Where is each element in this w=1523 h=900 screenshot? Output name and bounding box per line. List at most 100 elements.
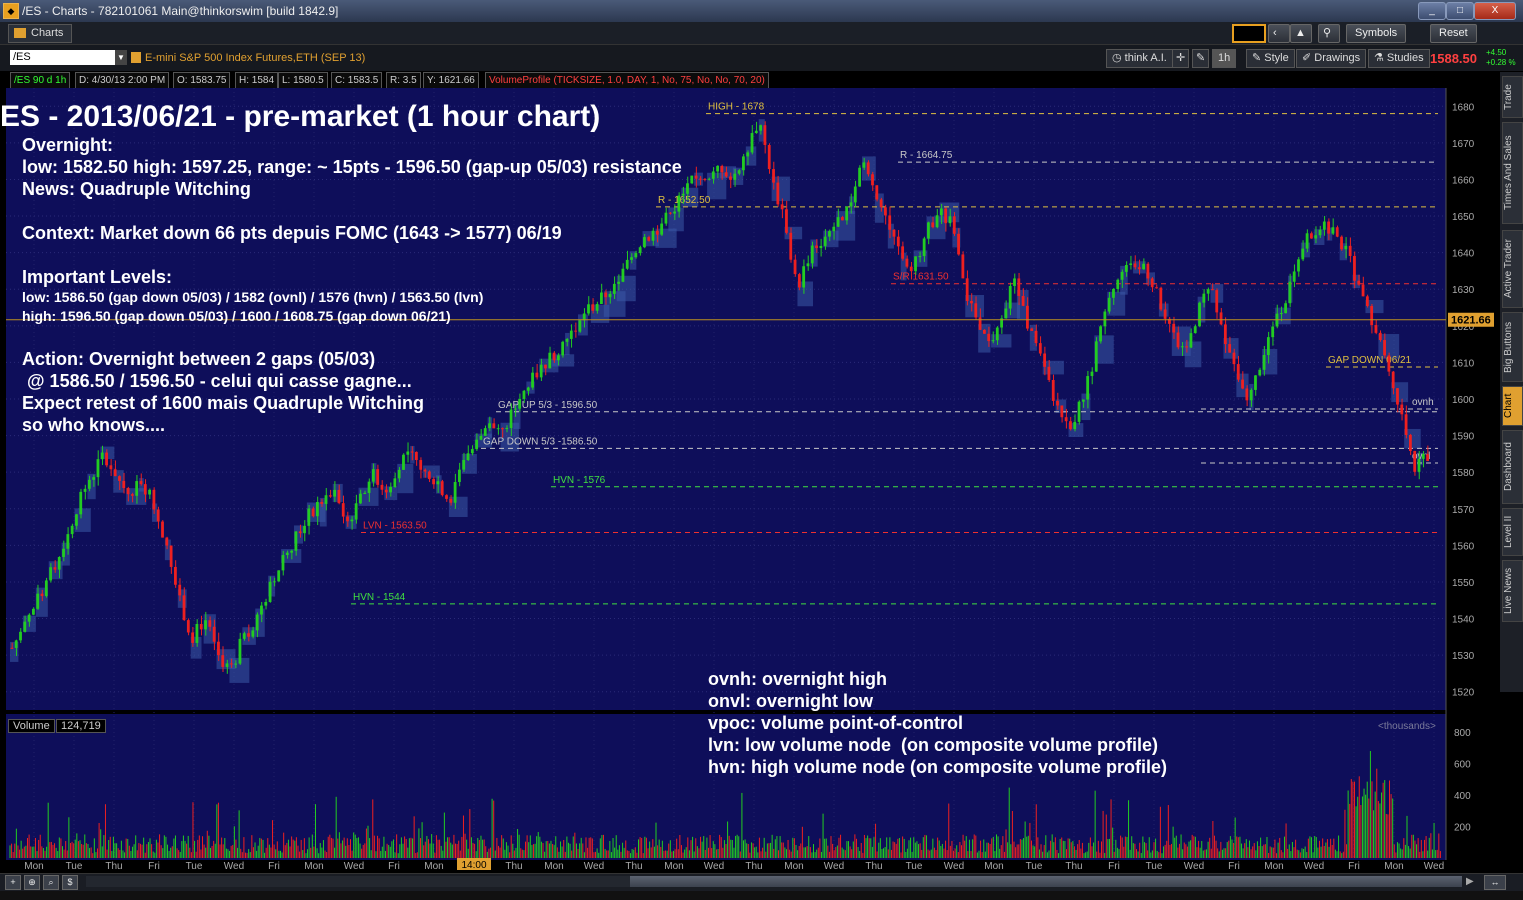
style-icon: ✎: [1252, 52, 1265, 64]
x-tick-label: Fri: [1228, 861, 1240, 872]
expand-icon[interactable]: ↔: [1484, 875, 1506, 890]
studies-button[interactable]: ⚗ Studies: [1368, 49, 1430, 68]
candle-body: [974, 303, 978, 318]
candle-body: [1223, 324, 1227, 345]
tab-live-news[interactable]: Live News: [1502, 560, 1523, 622]
candle-body: [44, 580, 48, 597]
candle-body: [1279, 313, 1283, 315]
symbols-button[interactable]: Symbols: [1346, 24, 1407, 43]
candle-body: [1129, 263, 1133, 265]
minimize-button[interactable]: _: [1418, 2, 1446, 20]
candle-body: [522, 390, 526, 399]
zoom-out-icon[interactable]: ⊕: [24, 875, 40, 890]
candle-body: [182, 595, 186, 621]
tab-level-ii[interactable]: Level II: [1502, 508, 1523, 556]
candle-body: [178, 584, 182, 596]
volume-tick-label: 800: [1454, 728, 1471, 739]
candle-body: [397, 469, 401, 479]
think-ai-label: think A.I.: [1124, 52, 1167, 64]
wrench-icon[interactable]: ✎: [1192, 49, 1210, 68]
style-button[interactable]: ✎ Style: [1246, 49, 1295, 68]
candle-body: [1378, 332, 1382, 341]
candle-body: [888, 215, 892, 230]
candle-body: [871, 174, 874, 186]
candle-body: [1400, 404, 1404, 415]
magnifier-icon[interactable]: ⌕: [43, 875, 59, 890]
tab-trade[interactable]: Trade: [1502, 76, 1523, 118]
action-line-2: @ 1586.50 / 1596.50 - celui qui casse ga…: [22, 371, 412, 391]
y-tick-label: 1650: [1452, 212, 1475, 223]
candle-body: [896, 236, 900, 247]
tab-times-and-sales[interactable]: Times And Sales: [1502, 122, 1523, 224]
candle-body: [1176, 332, 1180, 348]
chevron-down-icon[interactable]: ▼: [115, 50, 127, 65]
candle-body: [1133, 263, 1137, 268]
news-line: News: Quadruple Witching: [22, 179, 251, 199]
candle-body: [595, 303, 599, 311]
symbol-input[interactable]: /ES: [10, 50, 117, 65]
maximize-button[interactable]: □: [1446, 2, 1474, 20]
think-ai-button[interactable]: ◷ think A.I.: [1106, 49, 1173, 68]
tab-dashboard[interactable]: Dashboard: [1502, 430, 1523, 504]
candle-body: [1064, 417, 1068, 422]
candle-body: [1107, 297, 1111, 312]
candle-body: [939, 208, 943, 216]
x-tick-label: Tue: [186, 861, 203, 872]
scroll-right-icon[interactable]: ▶: [1466, 876, 1474, 887]
candle-body: [1374, 325, 1378, 333]
candle-body: [303, 525, 306, 534]
candle-body: [1090, 371, 1094, 377]
candle-body: [199, 623, 203, 630]
candle-body: [1026, 305, 1029, 329]
dollar-icon[interactable]: $: [62, 875, 78, 890]
candle-body: [229, 663, 233, 665]
bell-icon[interactable]: ▲: [1290, 24, 1312, 43]
level-label: R - 1664.75: [900, 150, 953, 161]
scroll-thumb[interactable]: [630, 876, 1462, 887]
candle-body: [238, 638, 242, 664]
zoom-in-icon[interactable]: +: [5, 875, 21, 890]
candle-body: [578, 320, 582, 332]
chart-id[interactable]: /ES 90 d 1h: [10, 72, 71, 89]
undo-icon[interactable]: ‹: [1268, 24, 1290, 43]
x-tick-label: Wed: [824, 861, 844, 872]
bar-high: H: 1584: [235, 72, 279, 89]
tab-big-buttons[interactable]: Big Buttons: [1502, 312, 1523, 382]
tab-chart[interactable]: Chart: [1502, 386, 1523, 426]
candle-body: [505, 428, 509, 430]
history-box[interactable]: [1232, 24, 1266, 43]
y-tick-label: 1520: [1452, 688, 1475, 699]
candle-body: [630, 257, 633, 260]
candle-body: [1120, 271, 1124, 280]
candle-body: [87, 479, 91, 489]
tab-charts[interactable]: Charts: [8, 24, 73, 43]
study-label[interactable]: VolumeProfile (TICKSIZE, 1.0, DAY, 1, No…: [485, 72, 769, 89]
drawings-button[interactable]: ✐ Drawings: [1296, 49, 1367, 68]
candle-body: [1331, 227, 1335, 234]
candle-body: [294, 531, 298, 551]
candle-body: [918, 256, 922, 258]
candle-body: [1185, 346, 1189, 348]
candle-body: [1043, 353, 1047, 367]
candle-body: [647, 237, 651, 241]
candle-body: [987, 333, 991, 342]
candle-body: [686, 183, 689, 194]
reset-button[interactable]: Reset: [1430, 24, 1477, 43]
candle-body: [410, 451, 414, 453]
crosshair-icon[interactable]: ✛: [1172, 49, 1190, 68]
candle-body: [591, 304, 595, 311]
close-button[interactable]: X: [1474, 2, 1516, 20]
level-label: GAP UP 5/3 - 1596.50: [498, 400, 598, 411]
link-icon[interactable]: ⚲: [1318, 24, 1340, 43]
tab-active-trader[interactable]: Active Trader: [1502, 230, 1523, 308]
candle-body: [328, 495, 332, 497]
candle-body: [492, 423, 496, 429]
candle-body: [1146, 263, 1150, 279]
candle-body: [608, 293, 612, 298]
candle-body: [1357, 280, 1361, 285]
favorite-icon[interactable]: [131, 52, 141, 63]
timeframe-button[interactable]: 1h: [1212, 49, 1237, 68]
candle-body: [174, 566, 177, 585]
y-tick-label: 1600: [1452, 395, 1475, 406]
y-tick-label: 1660: [1452, 175, 1475, 186]
